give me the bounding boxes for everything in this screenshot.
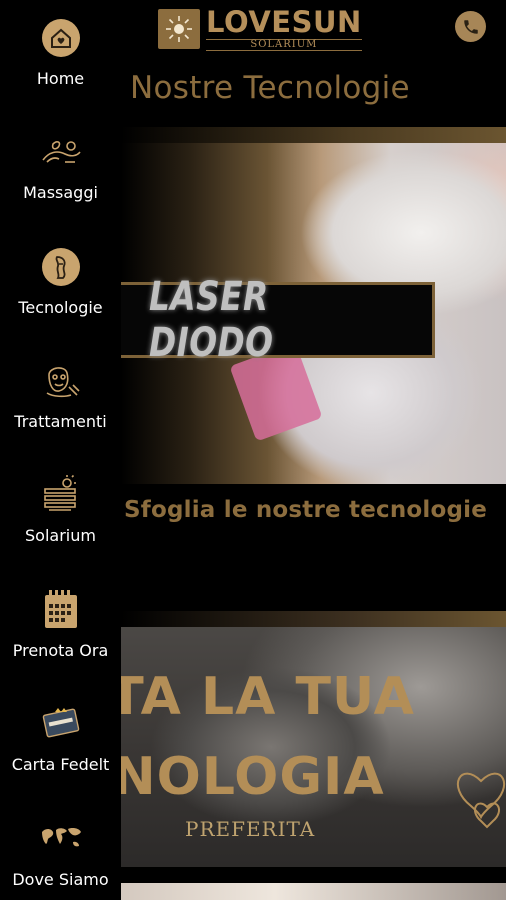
sidebar-item-label: Tecnologie <box>18 298 103 317</box>
phone-button[interactable] <box>455 11 486 42</box>
sidebar-item-prenota-ora[interactable]: Prenota Ora <box>0 588 121 702</box>
sidebar-item-tecnologie[interactable]: Tecnologie <box>0 245 121 359</box>
massage-icon <box>39 130 83 174</box>
hero-label: LASER DIODO <box>148 274 274 366</box>
sidebar-item-carta-fedelta[interactable]: Carta Fedelt <box>0 702 121 816</box>
sidebar-item-label: Massaggi <box>23 183 98 202</box>
logo-subtitle: SOLARIUM <box>206 38 362 51</box>
sidebar-item-label: Solarium <box>25 526 96 545</box>
sun-logo-icon <box>158 9 200 49</box>
booking-banner[interactable]: OTA LA TUA CNOLOGIA PREFERITA <box>121 611 506 900</box>
technology-icon <box>39 245 83 289</box>
hero-label-box: LASER DIODO <box>121 274 435 366</box>
logo[interactable]: LOVESUN SOLARIUM <box>158 4 362 51</box>
banner-line-2: CNOLOGIA <box>121 747 385 807</box>
sidebar-item-label: Prenota Ora <box>12 641 109 660</box>
banner-line-3: PREFERITA <box>185 817 316 841</box>
banner-line-1: OTA LA TUA <box>121 667 415 727</box>
sidebar-item-label: Home <box>36 69 85 88</box>
calendar-icon <box>39 588 83 632</box>
sidebar-item-label: Dove Siamo <box>12 870 109 889</box>
app: LOVESUN SOLARIUM Nostre Tecnologie LASER… <box>0 0 506 900</box>
sidebar: Home Massaggi Tecnologie Trattamenti Sol… <box>0 0 121 900</box>
world-map-icon <box>39 817 83 861</box>
treatment-icon <box>39 359 83 403</box>
hearts-decoration-icon <box>456 772 506 829</box>
loyalty-card-icon <box>39 702 83 746</box>
sidebar-item-massaggi[interactable]: Massaggi <box>0 130 121 244</box>
hero-caption: Sfoglia le nostre tecnologie <box>124 497 488 523</box>
technology-carousel-slide[interactable]: LASER DIODO <box>121 127 506 484</box>
sidebar-item-trattamenti[interactable]: Trattamenti <box>0 359 121 473</box>
home-icon <box>39 16 83 60</box>
sidebar-item-home[interactable]: Home <box>0 16 121 130</box>
page-title: Nostre Tecnologie <box>130 70 410 106</box>
logo-title: LOVESUN <box>206 4 362 39</box>
sidebar-item-dove-siamo[interactable]: Dove Siamo <box>0 817 121 900</box>
sidebar-item-solarium[interactable]: Solarium <box>0 473 121 587</box>
phone-icon <box>463 19 478 34</box>
sidebar-item-label: Trattamenti <box>14 412 107 431</box>
solarium-icon <box>39 473 83 517</box>
sidebar-item-label: Carta Fedelt <box>11 755 110 774</box>
